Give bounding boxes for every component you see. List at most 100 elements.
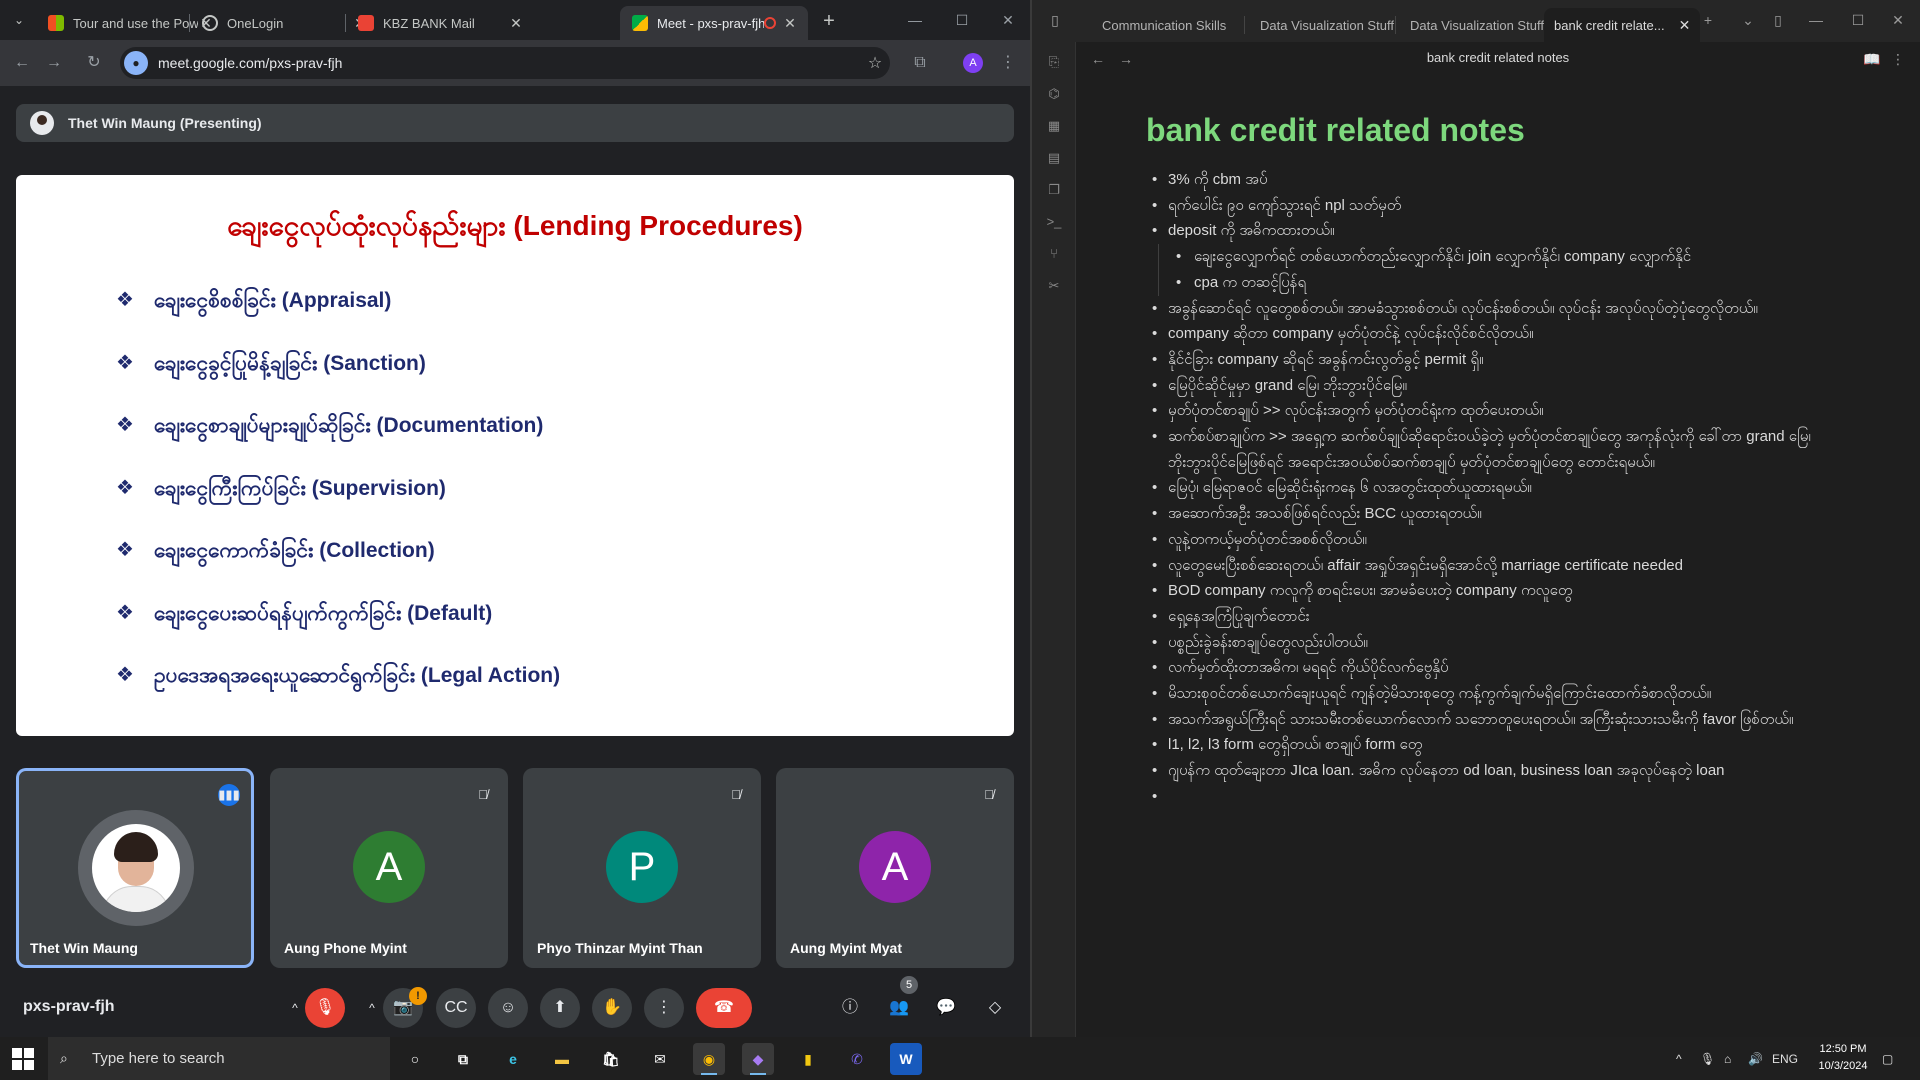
participant-tile[interactable]: ▮▮▮ Thet Win Maung [16, 768, 254, 968]
close-icon[interactable]: ✕ [508, 15, 524, 32]
store-icon[interactable]: 🛍 [595, 1043, 627, 1075]
forward-button[interactable]: → [42, 51, 66, 75]
note-content[interactable]: bank credit related notes 3% ကို cbm အပ်… [1146, 112, 1846, 810]
note-line[interactable]: ချေးငွေလျှောက်ရင် တစ်ယောက်တည်းလျှောက်နို… [1146, 244, 1846, 270]
chrome-icon[interactable]: ◉ [693, 1043, 725, 1075]
people-icon[interactable]: 👥 [879, 988, 919, 1028]
obs-tab-active[interactable]: bank credit relate... ✕ [1544, 8, 1701, 42]
tray-mic-icon[interactable]: 🎙 [1700, 1049, 1715, 1069]
note-line[interactable]: မိသားစုဝင်တစ်ယောက်ချေးယူရင် ကျန်တဲ့မိသား… [1146, 681, 1846, 707]
audio-options-caret[interactable]: ^ [285, 996, 305, 1020]
note-line[interactable]: နိုင်ငံခြား company ဆိုရင် အခွန်ကင်းလွတ်… [1146, 347, 1846, 373]
close-window-button[interactable]: ✕ [988, 8, 1028, 32]
viber-icon[interactable]: ✆ [841, 1043, 873, 1075]
close-window-button[interactable]: ✕ [1888, 10, 1908, 30]
extensions-icon[interactable]: ⧉ [908, 51, 932, 75]
close-icon[interactable]: ✕ [782, 15, 798, 32]
tab-kbz-mail[interactable]: KBZ BANK Mail ✕ [346, 6, 534, 40]
meeting-info-icon[interactable]: ⓘ [830, 988, 870, 1028]
tab-search-icon[interactable]: ⌄ [8, 10, 30, 30]
note-line[interactable]: ရှေ့နေအကြံပြုချက်တောင်း [1146, 604, 1846, 630]
note-line[interactable]: မြေပုံ၊ မြေရာဇဝင် မြေဆိုင်းရုံးကနေ ၆ လအတ… [1146, 475, 1846, 501]
mic-site-icon[interactable]: ● [124, 51, 148, 75]
reading-view-icon[interactable]: 📖 [1862, 49, 1882, 69]
leave-call-button[interactable]: ☎ [696, 988, 752, 1028]
file-explorer-icon[interactable]: ▬ [546, 1043, 578, 1075]
chat-icon[interactable]: 💬 [926, 988, 966, 1028]
word-icon[interactable]: W [890, 1043, 922, 1075]
obsidian-icon[interactable]: ◆ [742, 1043, 774, 1075]
video-options-caret[interactable]: ^ [362, 996, 382, 1020]
daily-note-icon[interactable]: ▤ [1044, 148, 1064, 168]
maximize-button[interactable]: ☐ [1848, 10, 1868, 30]
address-bar[interactable]: ● meet.google.com/pxs-prav-fjh ☆ [120, 47, 890, 79]
notification-icon[interactable]: ▢ [1882, 1049, 1893, 1069]
note-line[interactable]: ရက်ပေါင်း ၉၀ ကျော်သွားရင် npl သတ်မှတ် [1146, 193, 1846, 219]
participant-tile[interactable]: A 🎙̸ Aung Phone Myint [270, 768, 508, 968]
maximize-button[interactable]: ☐ [942, 8, 982, 32]
cortana-icon[interactable]: ○ [399, 1043, 431, 1075]
note-line[interactable]: cpa က တဆင့်ပြန်ရ [1146, 269, 1846, 296]
activities-icon[interactable]: ◇ [975, 988, 1015, 1028]
note-line[interactable]: အဆောက်အဦး အသစ်ဖြစ်ရင်လည်း BCC ယူထားရတယ်။ [1146, 501, 1846, 527]
tools-icon[interactable]: ✂ [1044, 276, 1064, 296]
note-line[interactable]: မှတ်ပုံတင်စာချုပ် >> လုပ်ငန်းအတွက် မှတ်ပ… [1146, 398, 1846, 424]
edge-icon[interactable]: e [497, 1043, 529, 1075]
sidebar-toggle-icon[interactable]: ▯ [1046, 11, 1064, 29]
note-line[interactable]: BOD company ကလူကို စာရင်းပေး၊ အာမခံပေးတဲ… [1146, 578, 1846, 604]
language-indicator[interactable]: ENG [1772, 1049, 1798, 1069]
command-palette-icon[interactable]: >_ [1044, 212, 1064, 232]
minimize-button[interactable]: — [895, 8, 935, 32]
note-line[interactable]: လက်မှတ်ထိုးတာအဓိက၊ မရရင် ကိုယ်ပိုင်လက်ဗွ… [1146, 655, 1846, 681]
bookmark-star-icon[interactable]: ☆ [860, 53, 890, 73]
note-line[interactable]: ဂျပန်က ထုတ်ချေးတာ JIca loan. အဓိက လုပ်နေ… [1146, 758, 1846, 784]
obs-tab[interactable]: Data Visualization Stuff [1400, 8, 1554, 42]
emoji-reaction-button[interactable]: ☺ [488, 988, 528, 1028]
obs-tab[interactable]: Communication Skills [1092, 8, 1236, 42]
reload-button[interactable]: ↻ [82, 51, 106, 75]
taskbar-search[interactable]: ⌕ Type here to search [48, 1037, 390, 1080]
task-view-icon[interactable]: ⧉ [447, 1043, 479, 1075]
taskbar-clock[interactable]: 12:50 PM 10/3/2024 [1808, 1041, 1878, 1075]
more-options-button[interactable]: ⋮ [644, 988, 684, 1028]
captions-button[interactable]: CC [436, 988, 476, 1028]
note-line[interactable]: အခွန်ဆောင်ရင် လူတွေစစ်တယ်။ အာမခံသွားစစ်တ… [1146, 296, 1846, 322]
back-button[interactable]: ← [10, 51, 34, 75]
note-line[interactable]: deposit ကို အဓိကထားတယ်။ [1146, 218, 1846, 244]
note-line[interactable]: 3% ကို cbm အပ် [1146, 167, 1846, 193]
note-line[interactable]: အသက်အရွယ်ကြီးရင် သားသမီးတစ်ယောက်လောက် သဘ… [1146, 707, 1846, 733]
tab-list-icon[interactable]: ⌄ [1738, 10, 1758, 30]
new-tab-icon[interactable]: + [1698, 10, 1718, 30]
note-line[interactable]: လူနဲ့တကယ့်မှတ်ပုံတင်အစစ်လိုတယ်။ [1146, 527, 1846, 553]
participant-tile[interactable]: P 🎙̸ Phyo Thinzar Myint Than [523, 768, 761, 968]
url-text[interactable]: meet.google.com/pxs-prav-fjh [158, 55, 860, 71]
graph-view-icon[interactable]: ⌬ [1044, 84, 1064, 104]
windows-start-icon[interactable] [12, 1048, 34, 1070]
power-bi-icon[interactable]: ▮ [792, 1043, 824, 1075]
mic-toggle-button[interactable]: 🎙 [305, 988, 345, 1028]
canvas-icon[interactable]: ▦ [1044, 116, 1064, 136]
mail-icon[interactable]: ✉ [644, 1043, 676, 1075]
templates-icon[interactable]: ❐ [1044, 180, 1064, 200]
minimize-button[interactable]: — [1806, 10, 1826, 30]
raise-hand-button[interactable]: ✋ [592, 988, 632, 1028]
tray-overflow-icon[interactable]: ^ [1676, 1049, 1682, 1069]
volume-icon[interactable]: 🔊 [1748, 1049, 1763, 1069]
present-screen-button[interactable]: ⬆ [540, 988, 580, 1028]
note-line[interactable]: l1, l2, l3 form တွေရှိတယ်၊ စာချုပ် form … [1146, 732, 1846, 758]
obs-tab[interactable]: Data Visualization Stuff [1250, 8, 1404, 42]
close-icon[interactable]: ✕ [1679, 17, 1691, 34]
network-icon[interactable]: ⌂ [1724, 1049, 1731, 1069]
tab-meet[interactable]: Meet - pxs-prav-fjh ✕ [620, 6, 808, 40]
note-line[interactable]: ဆက်စပ်စာချုပ်က >> အရှေ့က ဆက်စပ်ချုပ်ဆိုရ… [1146, 424, 1846, 475]
more-options-icon[interactable]: ⋮ [1888, 49, 1908, 69]
chrome-menu-icon[interactable]: ⋮ [996, 51, 1020, 75]
open-quick-switcher-icon[interactable]: ⎘ [1044, 52, 1064, 72]
new-tab-button[interactable]: + [816, 8, 842, 34]
profile-avatar[interactable]: A [963, 53, 983, 73]
right-sidebar-icon[interactable]: ▯ [1768, 10, 1788, 30]
participant-tile[interactable]: A 🎙̸ Aung Myint Myat [776, 768, 1014, 968]
note-line[interactable]: company ဆိုတာ company မှတ်ပုံတင်နဲ့ လုပ်… [1146, 321, 1846, 347]
note-line[interactable]: ပစ္စည်းခွဲခန်းစာချုပ်တွေလည်းပါတယ်။ [1146, 630, 1846, 656]
note-line[interactable]: လူတွေမေးပြီးစစ်ဆေးရတယ်၊ affair အရှုပ်အရှ… [1146, 553, 1846, 579]
